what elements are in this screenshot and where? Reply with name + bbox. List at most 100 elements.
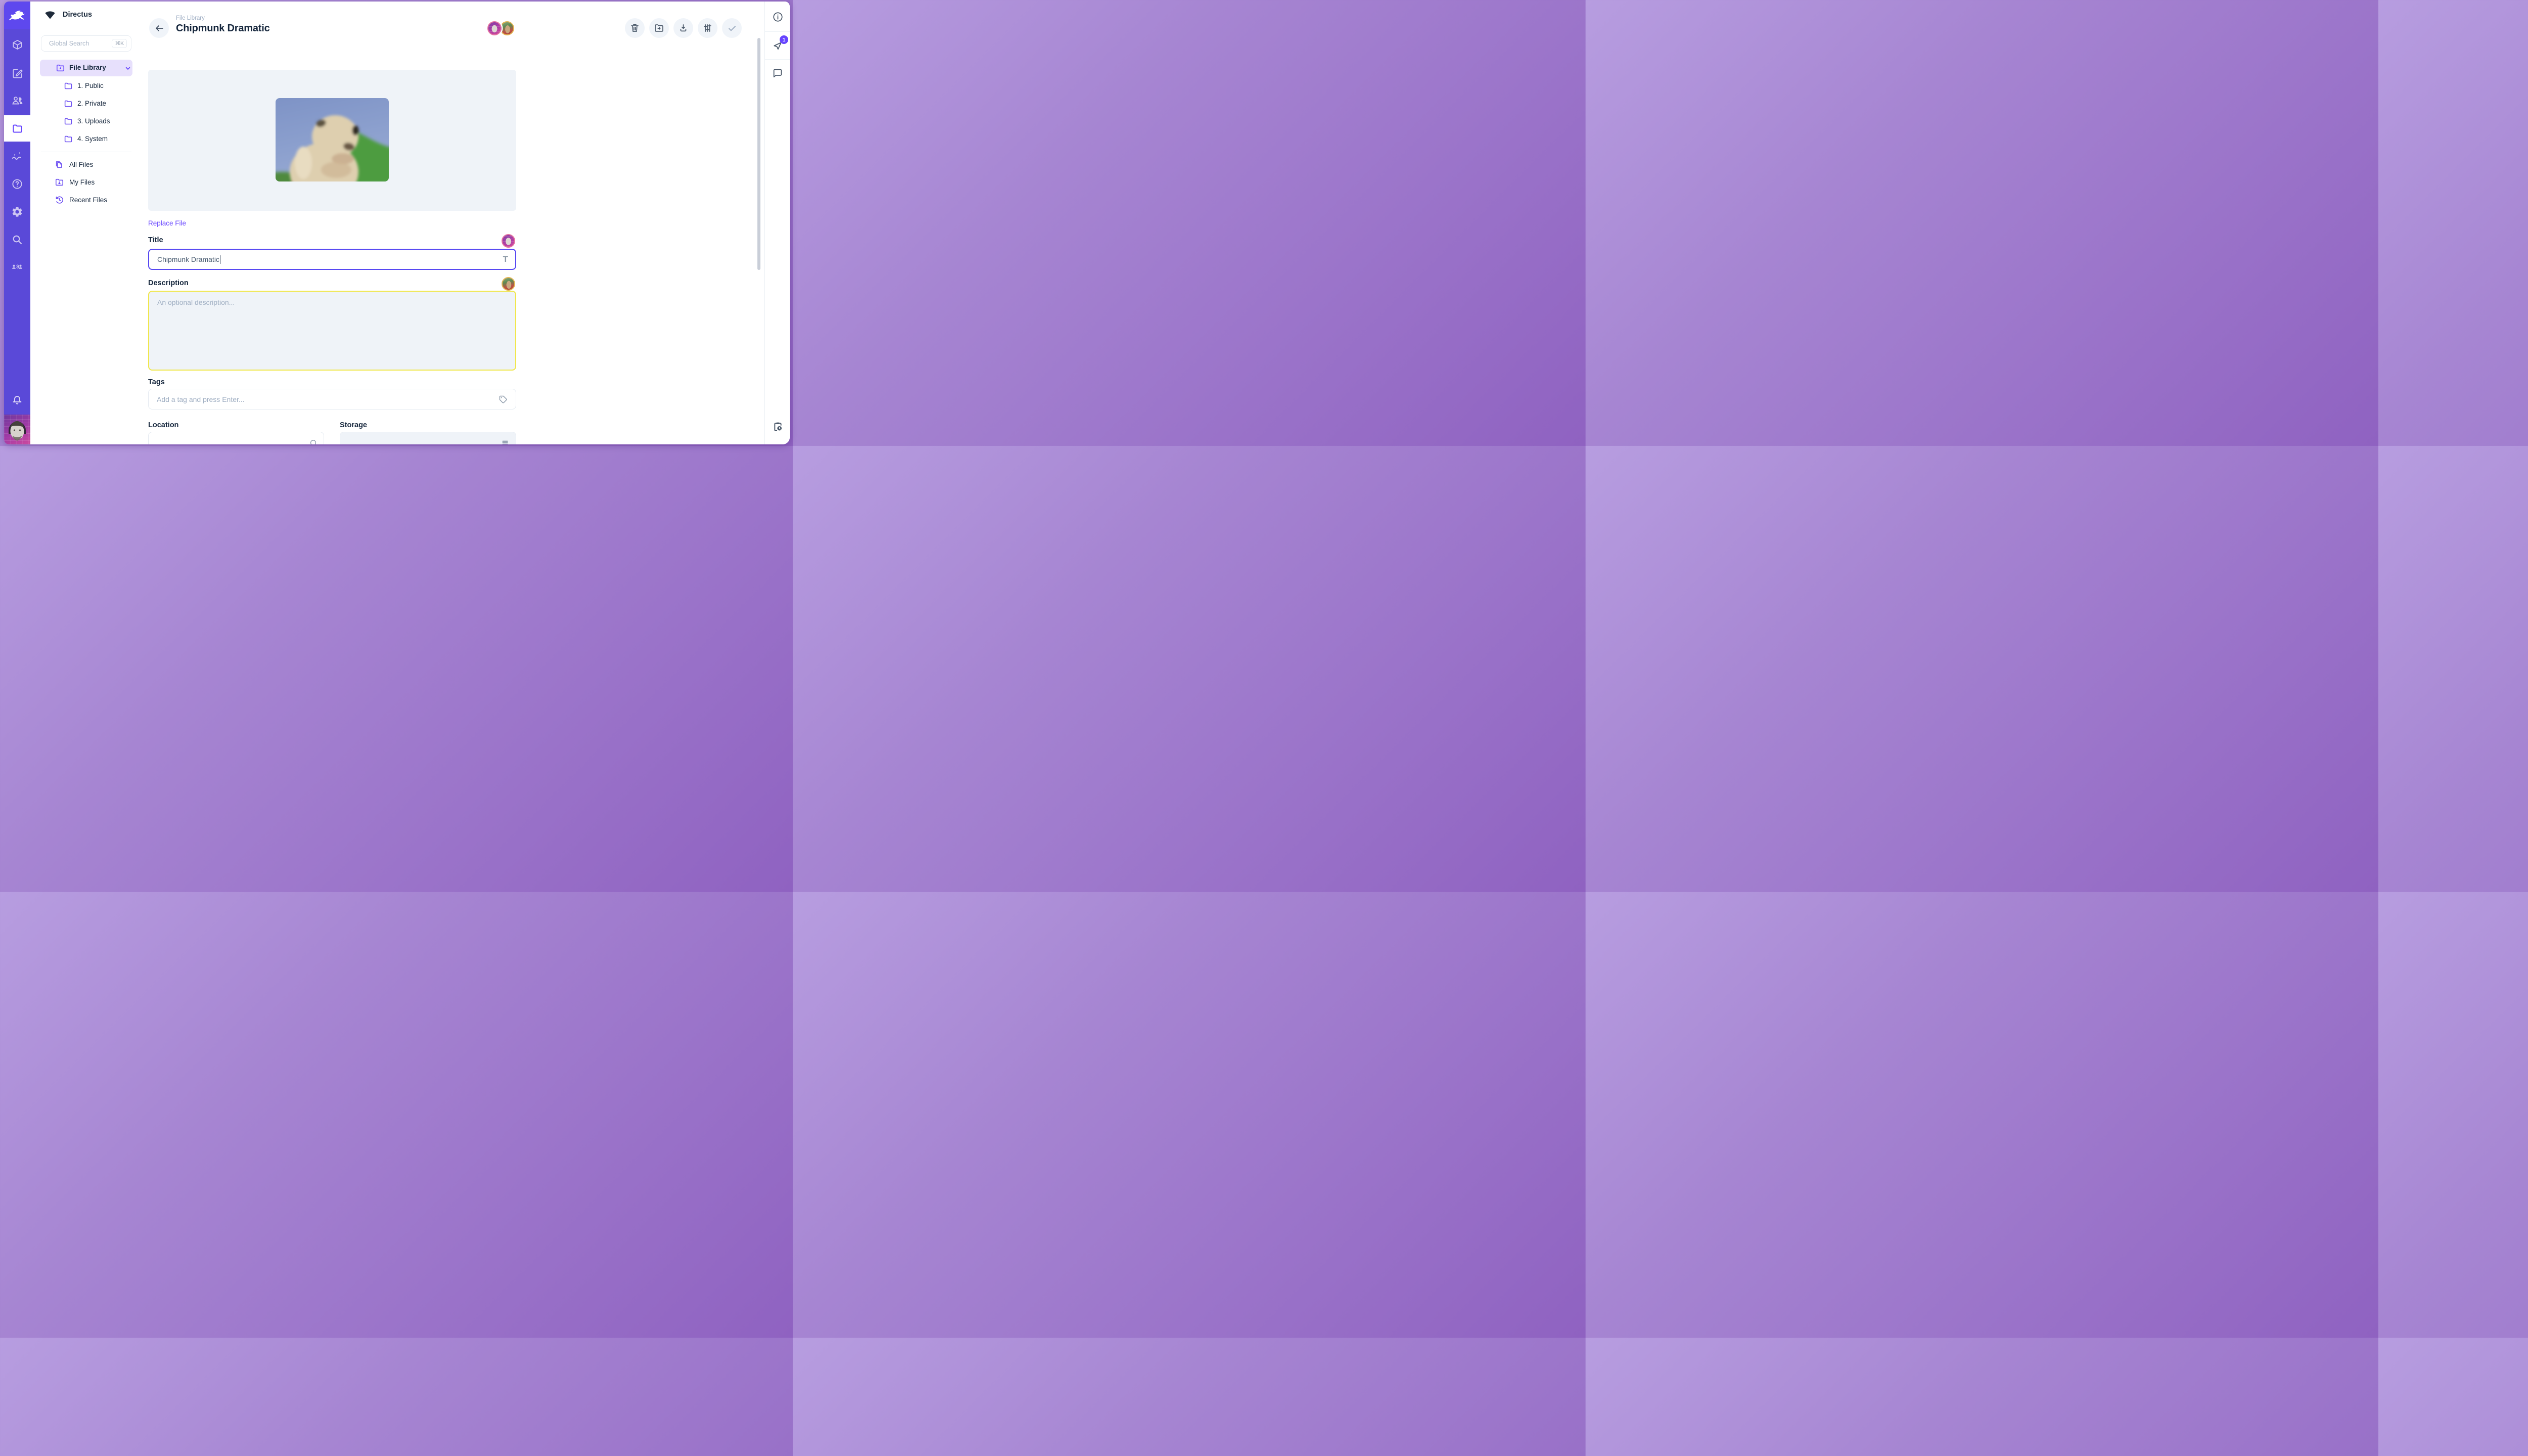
right-sidebar-divider xyxy=(765,59,790,60)
delete-button[interactable] xyxy=(625,18,645,38)
title-format-button[interactable]: T xyxy=(503,250,508,269)
adjustments-button[interactable] xyxy=(698,18,717,38)
sidebar-item-label: All Files xyxy=(69,161,93,168)
tag-icon xyxy=(498,394,508,404)
module-help[interactable] xyxy=(4,171,30,197)
description-placeholder: An optional description... xyxy=(157,298,235,306)
description-editor-avatar[interactable] xyxy=(502,277,515,291)
user-avatar[interactable] xyxy=(4,415,30,444)
clipboard-clock-icon xyxy=(772,421,784,433)
folder-icon xyxy=(64,99,73,108)
squiggle-sparkle-icon xyxy=(11,150,23,162)
notifications-bell-button[interactable] xyxy=(4,387,30,414)
folder-item-system[interactable]: 4. System xyxy=(40,131,132,147)
sidebar-item-file-library[interactable]: File Library xyxy=(40,60,132,76)
title-input-value: Chipmunk Dramatic xyxy=(157,255,219,263)
storage-field-label: Storage xyxy=(340,421,367,429)
module-settings[interactable] xyxy=(4,199,30,225)
module-search[interactable] xyxy=(4,226,30,253)
folder-item-label: 1. Public xyxy=(77,82,104,89)
move-to-folder-button[interactable] xyxy=(649,18,669,38)
file-preview-area[interactable] xyxy=(148,70,516,211)
back-button[interactable] xyxy=(149,18,169,38)
module-file-library[interactable] xyxy=(4,115,30,142)
search-placeholder: Global Search xyxy=(49,40,112,47)
title-field-label: Title xyxy=(148,236,163,244)
module-users[interactable] xyxy=(4,87,30,114)
storage-input-disabled xyxy=(340,432,516,444)
arrow-left-icon xyxy=(154,23,165,34)
folder-item-private[interactable]: 2. Private xyxy=(40,96,132,111)
search-shortcut-badge: ⌘K xyxy=(112,39,127,48)
folder-item-label: 4. System xyxy=(77,135,108,143)
folder-item-uploads[interactable]: 3. Uploads xyxy=(40,114,132,129)
user-face-image xyxy=(4,415,30,444)
breadcrumb[interactable]: File Library xyxy=(176,15,205,21)
app-window: Directus Global Search ⌘K File Library 1… xyxy=(4,2,790,444)
bell-icon xyxy=(11,394,23,406)
edit-square-icon xyxy=(12,68,23,79)
module-insights[interactable] xyxy=(4,143,30,169)
sidebar-item-label: File Library xyxy=(69,64,106,71)
folder-icon xyxy=(64,81,73,90)
presence-avatar-chipmunk[interactable] xyxy=(500,21,514,35)
folder-move-icon xyxy=(654,23,664,33)
right-sidebar: 1 xyxy=(764,2,790,444)
storage-icon xyxy=(501,439,509,444)
description-field-label: Description xyxy=(148,279,189,287)
folder-icon xyxy=(12,123,23,134)
folder-icon xyxy=(64,134,73,144)
folder-item-label: 3. Uploads xyxy=(77,117,110,125)
project-name: Directus xyxy=(63,11,92,19)
module-content[interactable] xyxy=(4,31,30,58)
page-title: Chipmunk Dramatic xyxy=(176,23,270,34)
replace-file-link[interactable]: Replace File xyxy=(148,219,186,227)
module-editor[interactable] xyxy=(4,60,30,86)
sidebar-item-all-files[interactable]: All Files xyxy=(40,157,132,172)
tags-input[interactable]: Add a tag and press Enter... xyxy=(148,389,516,410)
file-info-button[interactable] xyxy=(765,4,790,29)
history-clock-icon xyxy=(55,195,64,205)
project-row: Directus xyxy=(44,10,92,19)
project-logo-icon xyxy=(44,10,56,19)
comment-bubble-icon xyxy=(772,68,783,79)
presence-avatar-man[interactable] xyxy=(487,21,502,35)
navigation-sidebar: Directus Global Search ⌘K File Library 1… xyxy=(30,2,133,444)
description-textarea[interactable]: An optional description... xyxy=(148,291,516,371)
module-presence[interactable] xyxy=(4,254,30,280)
file-image[interactable] xyxy=(276,98,389,181)
folder-item-public[interactable]: 1. Public xyxy=(40,78,132,94)
desktop: { "colors": { "accent": "#6644FF", "modu… xyxy=(0,0,793,446)
right-sidebar-divider xyxy=(765,31,790,32)
trash-icon xyxy=(629,23,640,33)
copy-files-icon xyxy=(55,160,64,169)
gear-icon xyxy=(11,206,23,218)
tags-placeholder: Add a tag and press Enter... xyxy=(157,395,245,403)
download-button[interactable] xyxy=(673,18,693,38)
comments-button[interactable] xyxy=(765,61,790,86)
help-icon xyxy=(11,178,23,190)
folder-star-icon xyxy=(56,63,65,73)
main-content: File Library Chipmunk Dramatic xyxy=(133,2,764,444)
revisions-button[interactable] xyxy=(765,414,790,439)
sidebar-item-label: My Files xyxy=(69,178,95,186)
save-button[interactable] xyxy=(722,18,742,38)
content-scrollbar[interactable] xyxy=(757,38,760,270)
folder-icon xyxy=(64,117,73,126)
search-icon xyxy=(11,234,23,246)
notification-count-badge: 1 xyxy=(780,35,788,44)
directus-logo-button[interactable] xyxy=(4,2,30,29)
title-input[interactable]: Chipmunk Dramatic T xyxy=(148,249,516,270)
chevron-down-icon[interactable] xyxy=(124,64,132,72)
download-icon xyxy=(678,23,689,33)
people-waves-icon xyxy=(11,261,23,273)
module-bar xyxy=(4,2,30,444)
title-editor-avatar[interactable] xyxy=(502,234,515,248)
rabbit-logo-icon xyxy=(9,9,26,22)
sidebar-item-label: Recent Files xyxy=(69,196,107,204)
sidebar-item-my-files[interactable]: My Files xyxy=(40,175,132,190)
users-icon xyxy=(11,95,23,107)
global-search-input[interactable]: Global Search ⌘K xyxy=(41,35,131,52)
sidebar-item-recent-files[interactable]: Recent Files xyxy=(40,193,132,208)
location-input[interactable] xyxy=(148,432,324,444)
